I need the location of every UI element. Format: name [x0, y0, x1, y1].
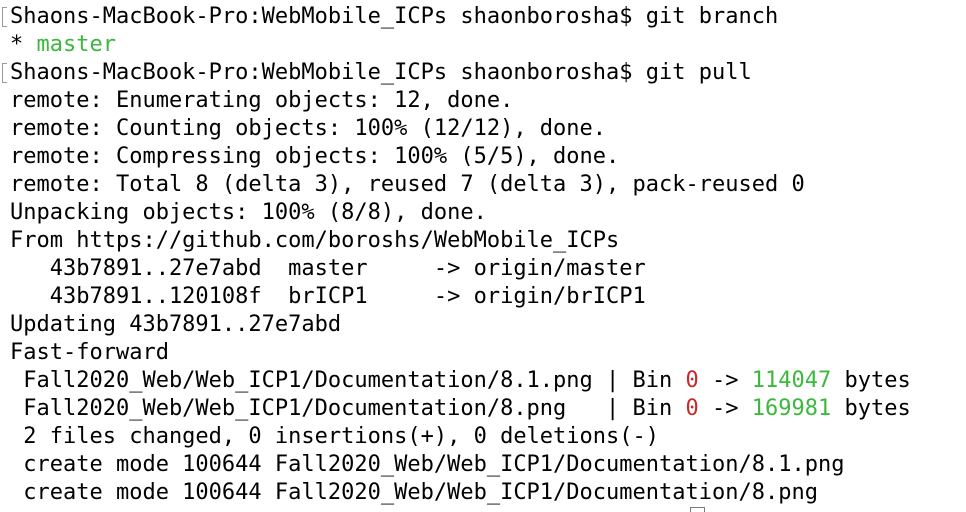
prompt-text: Shaons-MacBook-Pro:WebMobile_ICPs shaonb… [10, 60, 646, 85]
diffstat-path: Fall2020_Web/Web_ICP1/Documentation/8.1.… [10, 368, 686, 393]
diffstat-path: Fall2020_Web/Web_ICP1/Documentation/8.pn… [10, 396, 686, 421]
clipped-prompt-line [10, 503, 705, 512]
prompt-line: Shaons-MacBook-Pro:WebMobile_ICPs shaonb… [10, 59, 752, 87]
output-line: remote: Enumerating objects: 12, done. [10, 88, 514, 113]
diffstat-unit: bytes [831, 368, 911, 393]
branch-star: * [10, 32, 37, 57]
diffstat-old-size: 0 [685, 368, 699, 393]
prompt-line: Shaons-MacBook-Pro:WebMobile_ICPs shaonb… [10, 3, 778, 31]
diffstat-new-size: 114047 [751, 368, 832, 393]
output-line: remote: Total 8 (delta 3), reused 7 (del… [10, 172, 805, 197]
prompt-mark [2, 7, 7, 27]
command-text: git branch [645, 4, 779, 29]
branch-name: master [36, 32, 116, 57]
output-line: remote: Compressing objects: 100% (5/5),… [10, 144, 620, 169]
diffstat-unit: bytes [831, 396, 911, 421]
prompt-text: Shaons-MacBook-Pro:WebMobile_ICPs shaonb… [10, 4, 646, 29]
diffstat-line: Fall2020_Web/Web_ICP1/Documentation/8.1.… [10, 367, 911, 395]
output-line: Updating 43b7891..27e7abd [10, 312, 342, 337]
text-cursor[interactable] [690, 507, 705, 512]
diffstat-arrow: -> [698, 396, 752, 421]
diffstat-arrow: -> [698, 368, 752, 393]
output-line: create mode 100644 Fall2020_Web/Web_ICP1… [10, 452, 845, 477]
output-line: Unpacking objects: 100% (8/8), done. [10, 200, 487, 225]
output-line: remote: Counting objects: 100% (12/12), … [10, 116, 607, 141]
output-line: 43b7891..120108f brICP1 -> origin/brICP1 [10, 284, 646, 309]
output-line: From https://github.com/boroshs/WebMobil… [10, 228, 620, 253]
prompt-mark [2, 63, 7, 83]
output-line: 2 files changed, 0 insertions(+), 0 dele… [10, 424, 660, 449]
branch-line: * master [10, 31, 116, 59]
output-line: Fast-forward [10, 340, 169, 365]
diffstat-new-size: 169981 [751, 396, 832, 421]
terminal-window[interactable]: Shaons-MacBook-Pro:WebMobile_ICPs shaonb… [0, 0, 966, 512]
diffstat-line: Fall2020_Web/Web_ICP1/Documentation/8.pn… [10, 395, 911, 423]
command-text: git pull [645, 60, 752, 85]
output-line: 43b7891..27e7abd master -> origin/master [10, 256, 646, 281]
diffstat-old-size: 0 [685, 396, 699, 421]
